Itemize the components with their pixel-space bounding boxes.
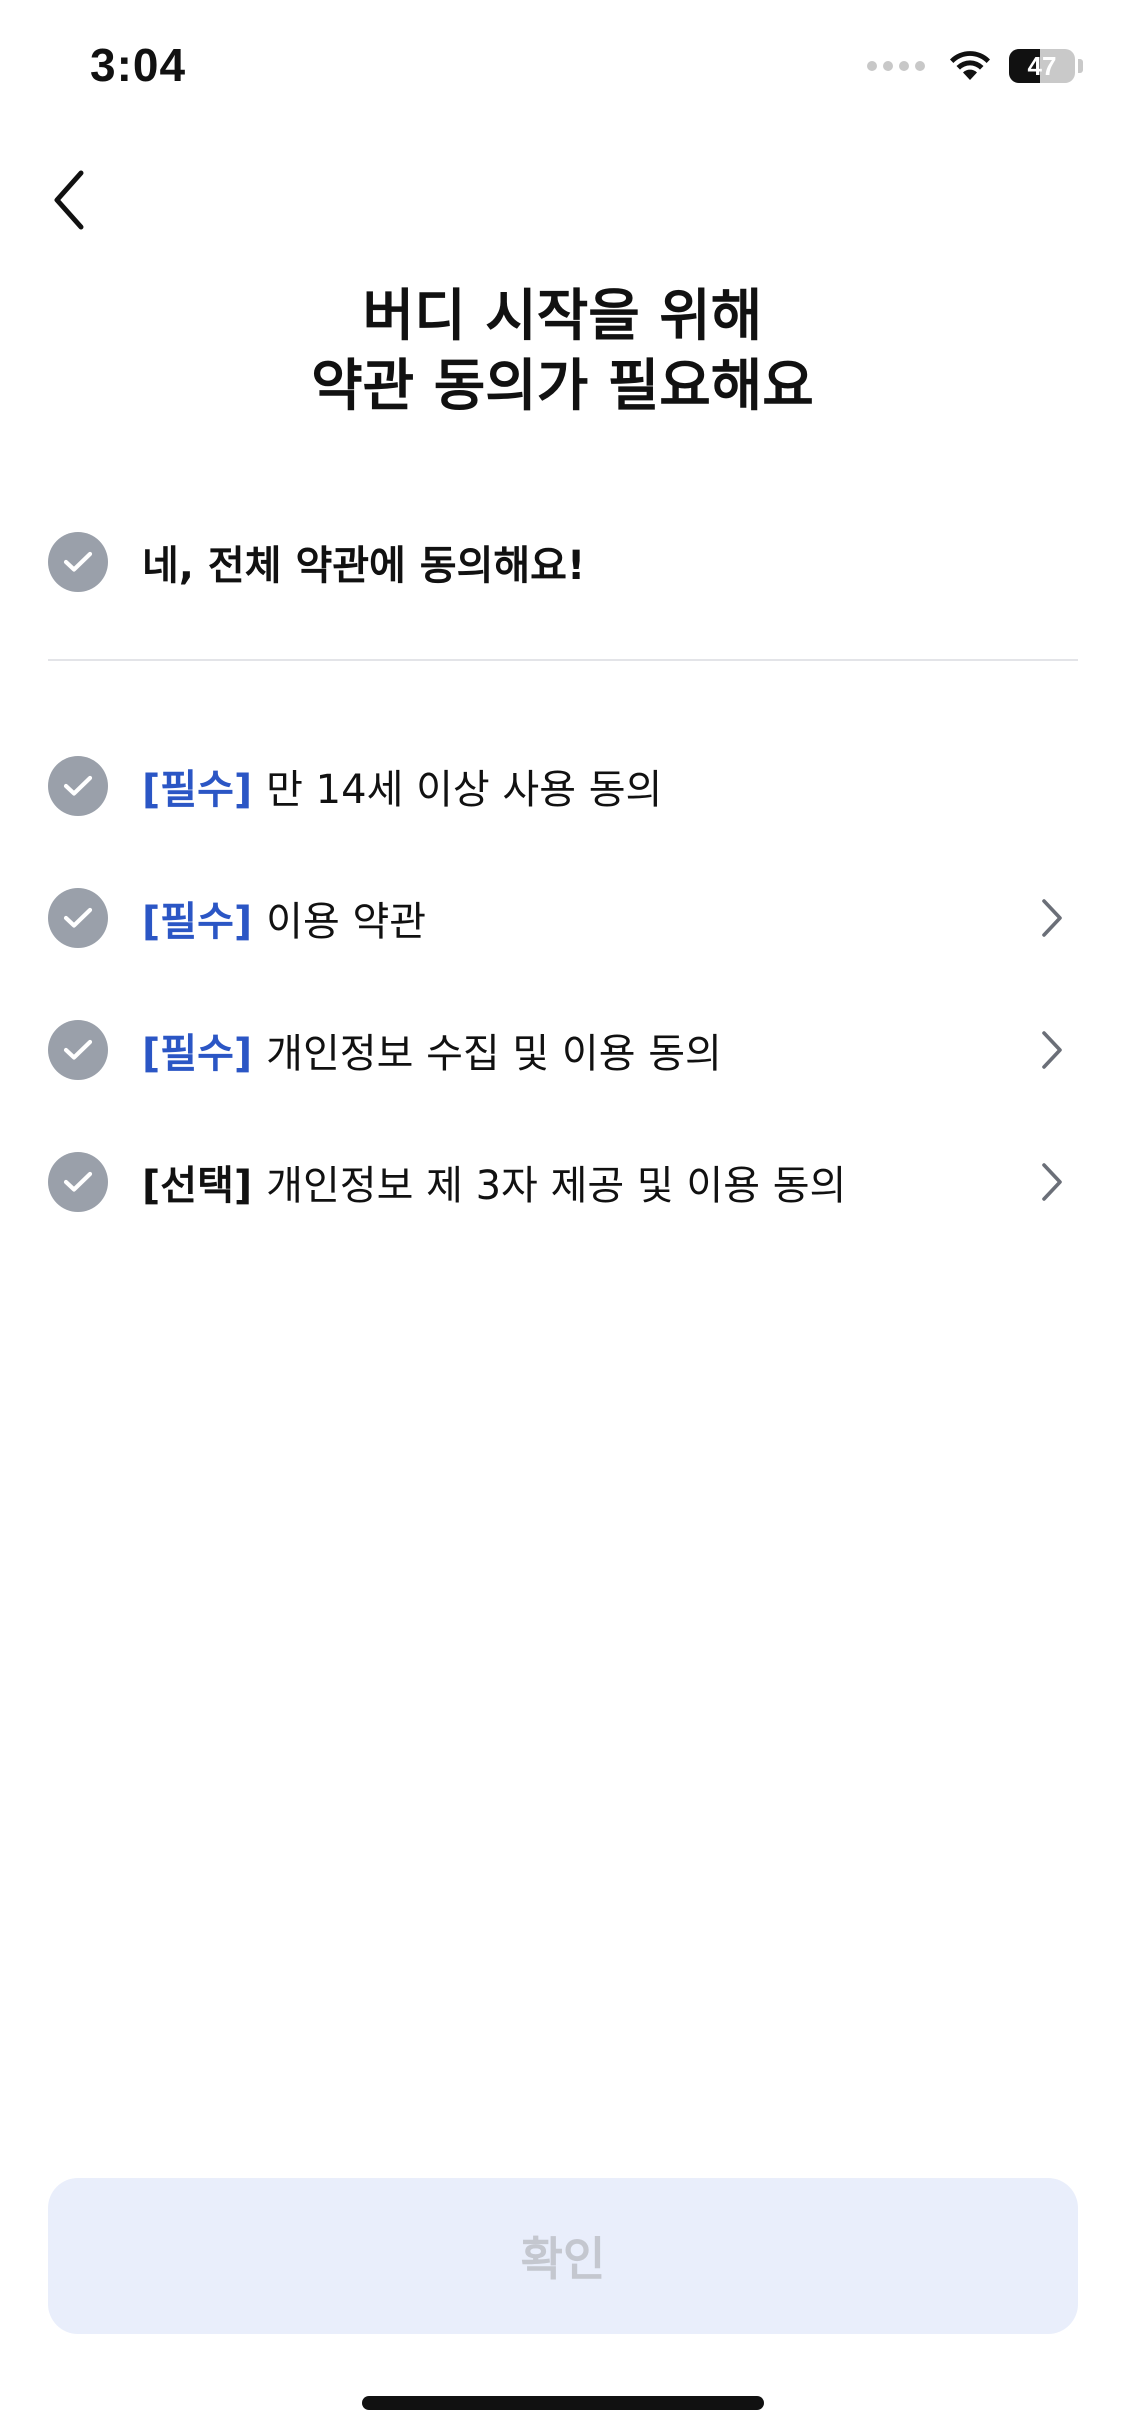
- cellular-signal-icon: [867, 61, 925, 71]
- check-circle-icon: [48, 1020, 108, 1080]
- status-time: 3:04: [90, 39, 187, 91]
- confirm-button[interactable]: 확인: [48, 2178, 1078, 2334]
- term-label: 이용 약관: [266, 899, 427, 945]
- term-item-third-party[interactable]: [선택] 개인정보 제 3자 제공 및 이용 동의: [48, 1116, 1078, 1248]
- battery-level: 47: [1027, 51, 1057, 81]
- term-text: [선택] 개인정보 제 3자 제공 및 이용 동의: [142, 1153, 846, 1211]
- required-tag: [필수]: [142, 1031, 253, 1077]
- battery-tip: [1078, 59, 1083, 73]
- check-circle-icon: [48, 756, 108, 816]
- page-title-line-2: 약관 동의가 필요해요: [311, 354, 814, 419]
- page-title: 버디 시작을 위해 약관 동의가 필요해요: [0, 282, 1125, 422]
- term-label: 개인정보 수집 및 이용 동의: [266, 1031, 722, 1077]
- term-text: [필수] 만 14세 이상 사용 동의: [142, 757, 662, 815]
- chevron-right-icon[interactable]: [1032, 892, 1072, 944]
- battery-icon: 47: [1009, 49, 1075, 83]
- divider: [48, 659, 1078, 661]
- agree-all-label: 네, 전체 약관에 동의해요!: [142, 543, 586, 589]
- chevron-right-icon[interactable]: [1032, 1024, 1072, 1076]
- home-indicator: [362, 2396, 764, 2410]
- term-text: [필수] 개인정보 수집 및 이용 동의: [142, 1021, 722, 1079]
- page-title-line-1: 버디 시작을 위해: [362, 284, 763, 349]
- term-text: [필수] 이용 약관: [142, 889, 426, 947]
- chevron-right-icon[interactable]: [1032, 1156, 1072, 1208]
- back-button[interactable]: [34, 160, 104, 240]
- required-tag: [필수]: [142, 899, 253, 945]
- wifi-icon: [950, 51, 990, 80]
- check-circle-icon: [48, 888, 108, 948]
- term-item-age[interactable]: [필수] 만 14세 이상 사용 동의: [48, 720, 1078, 852]
- terms-list: [필수] 만 14세 이상 사용 동의 [필수] 이용 약관 [필수] 개인정보 수집…: [48, 720, 1078, 1248]
- status-indicators: 47: [867, 46, 1083, 86]
- term-label: 개인정보 제 3자 제공 및 이용 동의: [266, 1163, 847, 1209]
- check-circle-icon: [48, 1152, 108, 1212]
- check-circle-icon: [48, 532, 108, 592]
- agree-all-checkbox[interactable]: 네, 전체 약관에 동의해요!: [48, 528, 1078, 596]
- optional-tag: [선택]: [142, 1163, 253, 1209]
- status-bar: 3:04 47: [0, 0, 1125, 140]
- term-item-privacy-collection[interactable]: [필수] 개인정보 수집 및 이용 동의: [48, 984, 1078, 1116]
- required-tag: [필수]: [142, 767, 253, 813]
- chevron-left-icon: [54, 170, 84, 230]
- term-item-terms-of-use[interactable]: [필수] 이용 약관: [48, 852, 1078, 984]
- term-label: 만 14세 이상 사용 동의: [266, 767, 663, 813]
